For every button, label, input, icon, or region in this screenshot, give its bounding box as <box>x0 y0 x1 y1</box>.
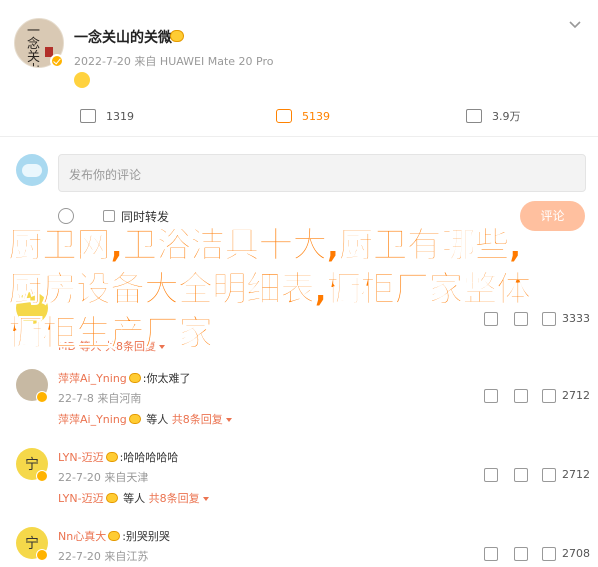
weibo-logo-icon <box>16 154 48 186</box>
reply-summary[interactable]: 萍萍Ai_Yning 等人 共8条回复 <box>58 411 232 427</box>
comment-placeholder: 发布你的评论 <box>69 168 142 182</box>
commenter-name[interactable]: LYN-迈迈 <box>58 451 104 464</box>
verified-badge-icon <box>50 54 64 68</box>
member-badge-icon <box>170 30 184 42</box>
reply-summary[interactable]: LYN-迈迈 等人 共8条回复 <box>58 490 209 506</box>
avatar-calligraphy: 一念关山 <box>27 24 41 67</box>
like-count: 2712 <box>562 468 590 481</box>
author-name[interactable]: 一念关山的关微 <box>74 27 172 47</box>
repost-stat[interactable]: 1319 <box>80 108 134 124</box>
comment-time: 22-7-8 来自河南 <box>58 392 142 405</box>
like-count: 2708 <box>562 547 590 560</box>
member-badge-icon <box>128 373 141 383</box>
like-icon[interactable] <box>542 389 556 403</box>
comment-item: 宁 LYN-迈迈:哈哈哈哈哈 22-7-20 来自天津 LYN-迈迈 等人 共8… <box>0 448 598 538</box>
like-icon[interactable] <box>542 547 556 561</box>
comment-input[interactable]: 发布你的评论 <box>58 154 586 192</box>
comment-time: 22-7-20 来自天津 <box>58 471 149 484</box>
repost-icon[interactable] <box>484 468 498 482</box>
overlay-headline: 厨卫网,卫浴洁具十大,厨卫有哪些,厨房设备大全明细表,橱柜厂家整体橱柜生产厂家 <box>8 226 532 355</box>
commenter-name[interactable]: 萍萍Ai_Yning <box>58 372 127 385</box>
like-stat[interactable]: 3.9万 <box>466 108 521 124</box>
like-icon[interactable] <box>542 468 556 482</box>
comment-icon <box>276 109 292 123</box>
verified-badge-icon <box>36 549 48 561</box>
like-icon <box>466 109 482 123</box>
like-count: 3.9万 <box>492 110 521 123</box>
divider <box>0 136 598 137</box>
commenter-name[interactable]: Nn心真大 <box>58 530 106 543</box>
member-badge-icon <box>105 452 118 462</box>
comment-line: 萍萍Ai_Yning :你太难了 <box>58 370 191 386</box>
repost-icon[interactable] <box>484 389 498 403</box>
comment-icon[interactable] <box>514 547 528 561</box>
emoji-icon <box>74 72 90 88</box>
verified-badge-icon <box>36 391 48 403</box>
comment-text: :别哭别哭 <box>122 530 170 543</box>
comment-stat[interactable]: 5139 <box>276 108 330 124</box>
post-meta: 2022-7-20 来自 HUAWEI Mate 20 Pro <box>74 55 274 68</box>
repost-icon[interactable] <box>484 547 498 561</box>
comment-count: 5139 <box>302 109 330 123</box>
comment-line: LYN-迈迈 :哈哈哈哈哈 <box>58 449 178 465</box>
verified-badge-icon <box>36 470 48 482</box>
forward-label: 同时转发 <box>121 210 170 224</box>
comment-icon[interactable] <box>514 389 528 403</box>
comment-item: 宁 Nn心真大:别哭别哭 22-7-20 来自江苏 2708 <box>0 527 598 567</box>
comment-text: :哈哈哈哈哈 <box>119 451 179 464</box>
comment-line: Nn心真大 :别哭别哭 <box>58 528 170 544</box>
repost-count: 1319 <box>106 109 134 123</box>
comment-item: 萍萍Ai_Yning :你太难了 22-7-8 来自河南 萍萍Ai_Yning 等… <box>0 369 598 459</box>
comment-icon[interactable] <box>514 468 528 482</box>
emoji-picker-icon[interactable] <box>58 208 74 224</box>
chevron-down-icon[interactable] <box>568 20 582 30</box>
like-count: 3333 <box>562 312 590 325</box>
repost-icon <box>80 109 96 123</box>
comment-text: :你太难了 <box>142 372 191 385</box>
member-badge-icon <box>108 531 121 541</box>
like-count: 2712 <box>562 389 590 402</box>
comment-time: 22-7-20 来自江苏 <box>58 550 149 563</box>
forward-checkbox[interactable] <box>103 210 115 222</box>
